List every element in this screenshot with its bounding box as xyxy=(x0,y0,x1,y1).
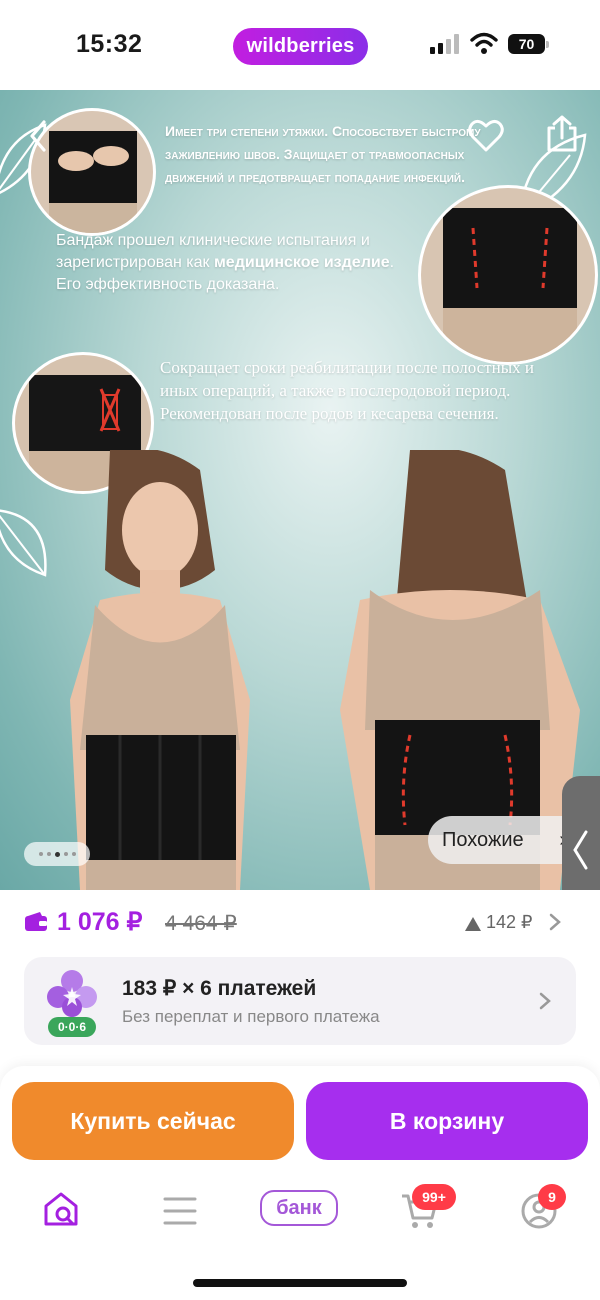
installment-card[interactable]: 0·0·6 183 ₽ × 6 платежей Без переплат и … xyxy=(24,957,576,1045)
old-price: 4 464 ₽ xyxy=(165,912,237,935)
chevron-right-icon xyxy=(539,992,551,1010)
tab-bar: банк xyxy=(0,1180,600,1240)
cart-count-badge: 99+ xyxy=(412,1184,456,1210)
product-image-gallery[interactable]: Имеет три степени утяжки. Способствует б… xyxy=(0,90,600,890)
detail-photo-back xyxy=(418,185,598,365)
heart-icon[interactable] xyxy=(467,118,505,154)
installment-subtitle: Без переплат и первого платежа xyxy=(122,1007,380,1026)
status-time: 15:32 xyxy=(76,30,143,58)
back-icon[interactable] xyxy=(26,118,50,154)
profile-notification-badge: 9 xyxy=(538,1184,566,1210)
current-price: 1 076 ₽ xyxy=(57,908,143,936)
share-icon[interactable] xyxy=(545,114,579,154)
side-panel-handle[interactable] xyxy=(562,776,600,890)
similar-label: Похожие xyxy=(442,829,524,851)
installment-title: 183 ₽ × 6 платежей xyxy=(122,977,317,1000)
promo-text-compression: Имеет три степени утяжки. Способствует б… xyxy=(165,123,481,185)
wallet-icon xyxy=(25,912,47,931)
battery-icon: 70 xyxy=(508,34,550,54)
price-up-icon xyxy=(465,917,481,931)
buy-now-button[interactable]: Купить сейчас xyxy=(12,1082,294,1160)
catalog-menu-icon[interactable] xyxy=(162,1194,198,1228)
promo-text-certified: Бандаж прошел клинические испытания и за… xyxy=(56,232,395,293)
home-indicator[interactable] xyxy=(193,1279,407,1287)
brand-logo[interactable]: wildberries xyxy=(233,28,368,65)
installment-badge: 0·0·6 xyxy=(58,1020,86,1034)
gallery-pagination[interactable] xyxy=(24,842,90,866)
similar-products-button[interactable]: Похожие › xyxy=(428,816,578,864)
home-search-icon[interactable] xyxy=(42,1190,80,1228)
add-to-cart-button[interactable]: В корзину xyxy=(306,1082,588,1160)
chevron-left-icon xyxy=(573,830,588,870)
status-bar: 15:32 wildberries 70 xyxy=(0,0,600,90)
clover-icon: 0·0·6 xyxy=(47,970,97,1037)
chevron-right-icon xyxy=(549,913,561,931)
model-front-photo xyxy=(70,450,250,890)
price-delta: 142 ₽ xyxy=(486,912,533,932)
wifi-icon xyxy=(470,32,498,54)
cellular-signal-icon xyxy=(430,34,459,54)
promo-text-rehabilitation: Сокращает сроки реабилитации после полос… xyxy=(160,358,534,423)
price-row[interactable]: 1 076 ₽ 4 464 ₽ 142 ₽ xyxy=(0,890,600,956)
tab-bank[interactable]: банк xyxy=(260,1190,338,1226)
battery-level: 70 xyxy=(508,34,545,54)
